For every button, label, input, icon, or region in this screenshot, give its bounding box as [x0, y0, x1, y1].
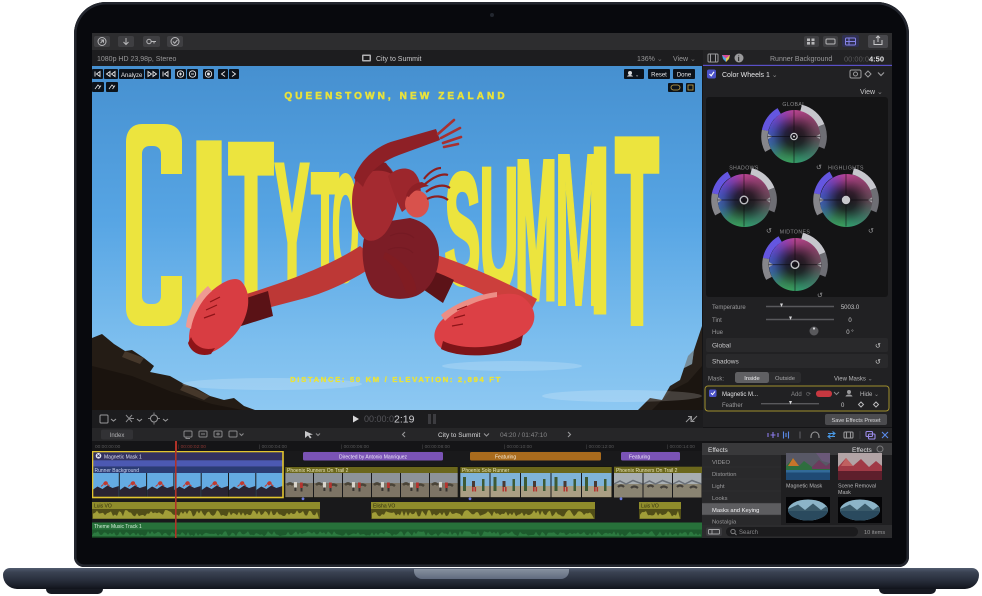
svg-text:I: I: [590, 99, 610, 361]
svg-text:Looks: Looks: [712, 496, 728, 502]
svg-text:Runner Background: Runner Background: [770, 56, 832, 63]
svg-text:Save Effects Preset: Save Effects Preset: [831, 418, 880, 424]
svg-text:Search: Search: [739, 530, 758, 536]
svg-text:Phoenix Runners On Trail 2: Phoenix Runners On Trail 2: [287, 468, 349, 474]
svg-text:Tint: Tint: [712, 318, 722, 324]
svg-text:00:00:0: 00:00:0: [364, 414, 394, 424]
svg-text:Scene Removal: Scene Removal: [838, 484, 876, 490]
svg-text:10 items: 10 items: [864, 530, 885, 536]
svg-text:Inside: Inside: [744, 376, 759, 382]
svg-text:↺: ↺: [875, 359, 881, 366]
svg-text:2:19: 2:19: [394, 414, 415, 426]
svg-text:Magnetic M...: Magnetic M...: [722, 392, 758, 398]
svg-text:| 00:00:08:00: | 00:00:08:00: [422, 444, 450, 450]
svg-text:Mask:: Mask:: [708, 377, 724, 383]
svg-text:0 °: 0 °: [846, 330, 854, 336]
svg-text:Phoenix Solo Runner: Phoenix Solo Runner: [462, 468, 510, 474]
svg-text:Runner Background: Runner Background: [95, 468, 140, 474]
svg-text:Elisha VO: Elisha VO: [373, 504, 395, 510]
svg-text:00:00:0: 00:00:0: [844, 55, 869, 64]
svg-text:| 00:00:02:00: | 00:00:02:00: [178, 444, 206, 450]
svg-text:Index: Index: [110, 433, 125, 439]
svg-text:Magnetic Mask: Magnetic Mask: [786, 484, 823, 490]
svg-text:View ⌄: View ⌄: [673, 56, 696, 63]
svg-text:T: T: [615, 83, 659, 378]
svg-text:↺: ↺: [817, 293, 823, 300]
svg-text:VIDEO: VIDEO: [712, 460, 731, 466]
svg-text:↺: ↺: [868, 228, 874, 235]
svg-text:Nostalgia: Nostalgia: [712, 520, 737, 526]
svg-text:Light: Light: [712, 484, 725, 490]
svg-text:↺: ↺: [816, 165, 822, 172]
svg-text:DISTANCE: 50 KM / ELEVATION: 2: DISTANCE: 50 KM / ELEVATION: 2,894 FT: [290, 375, 502, 384]
svg-text:Luis VO: Luis VO: [641, 504, 659, 510]
svg-text:Outside: Outside: [775, 376, 795, 382]
svg-text:View ⌄: View ⌄: [860, 89, 883, 96]
svg-text:04:20 / 01:47:10: 04:20 / 01:47:10: [500, 432, 547, 439]
svg-text:0: 0: [848, 318, 852, 324]
svg-text:| 00:00:12:00: | 00:00:12:00: [586, 444, 614, 450]
svg-text:Phoenix Runners On Trail 2: Phoenix Runners On Trail 2: [616, 468, 678, 474]
svg-text:4:50: 4:50: [869, 55, 884, 64]
svg-text:1080p HD 23,98p, Stereo: 1080p HD 23,98p, Stereo: [97, 56, 176, 63]
svg-text:Luis VO: Luis VO: [94, 504, 112, 510]
svg-text:Shadows: Shadows: [712, 359, 739, 366]
svg-text:Done: Done: [677, 73, 692, 79]
svg-text:QUEENSTOWN, NEW ZEALAND: QUEENSTOWN, NEW ZEALAND: [284, 91, 507, 102]
svg-text:5003.0: 5003.0: [841, 305, 860, 311]
svg-text:| 00:00:10:00: | 00:00:10:00: [504, 444, 532, 450]
svg-text:Hide ⌄: Hide ⌄: [860, 392, 879, 398]
svg-text:136% ⌄: 136% ⌄: [637, 56, 663, 63]
svg-text:View Masks ⌄: View Masks ⌄: [834, 377, 873, 383]
svg-text:Magnetic Mask 1: Magnetic Mask 1: [104, 454, 142, 460]
svg-text:City to Summit: City to Summit: [376, 56, 422, 63]
svg-text:00:00:00:00: 00:00:00:00: [95, 444, 121, 450]
svg-text:↺: ↺: [875, 343, 881, 350]
svg-text:Color Wheels 1 ⌄: Color Wheels 1 ⌄: [722, 72, 778, 79]
svg-text:Analyze: Analyze: [121, 73, 143, 79]
svg-text:Distortion: Distortion: [712, 472, 736, 478]
svg-text:Mask: Mask: [838, 490, 851, 496]
svg-text:i: i: [738, 54, 740, 63]
svg-text:S: S: [445, 142, 481, 317]
svg-text:Effects: Effects: [852, 447, 873, 454]
svg-text:⌄: ⌄: [635, 73, 639, 79]
svg-text:| 00:00:14:00: | 00:00:14:00: [667, 444, 695, 450]
svg-text:Theme Music Track 1: Theme Music Track 1: [94, 524, 142, 530]
svg-text:↺: ↺: [766, 228, 772, 235]
svg-text:Reset: Reset: [651, 73, 667, 79]
svg-text:Global: Global: [712, 343, 731, 350]
svg-text:⟳: ⟳: [806, 392, 811, 398]
svg-text:Temperature: Temperature: [712, 305, 746, 311]
svg-text:Feather: Feather: [722, 403, 743, 409]
svg-text:| 00:00:06:00: | 00:00:06:00: [341, 444, 369, 450]
svg-text:Featuring: Featuring: [629, 455, 650, 461]
svg-text:Masks and Keying: Masks and Keying: [712, 508, 759, 514]
svg-text:Effects: Effects: [708, 447, 729, 454]
svg-text:City to Summit: City to Summit: [438, 432, 480, 439]
svg-text:Featuring: Featuring: [495, 455, 516, 461]
svg-text:Directed by Antonio Manriquez: Directed by Antonio Manriquez: [339, 455, 408, 461]
svg-text:Add: Add: [791, 392, 802, 398]
svg-text:Hue: Hue: [712, 330, 724, 336]
svg-text:| 00:00:04:00: | 00:00:04:00: [259, 444, 287, 450]
svg-text:0: 0: [841, 403, 845, 409]
